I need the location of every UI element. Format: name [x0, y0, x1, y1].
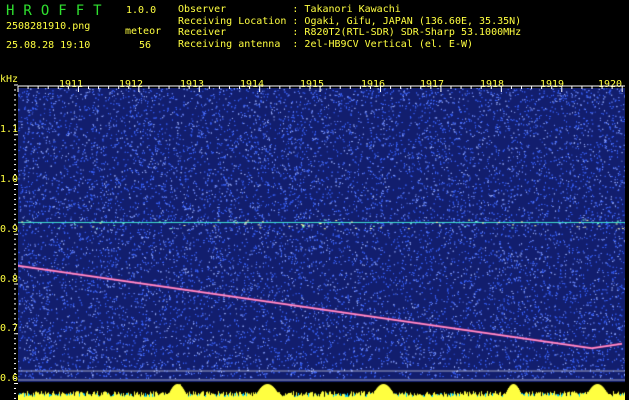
axis-ticks [14, 84, 625, 399]
